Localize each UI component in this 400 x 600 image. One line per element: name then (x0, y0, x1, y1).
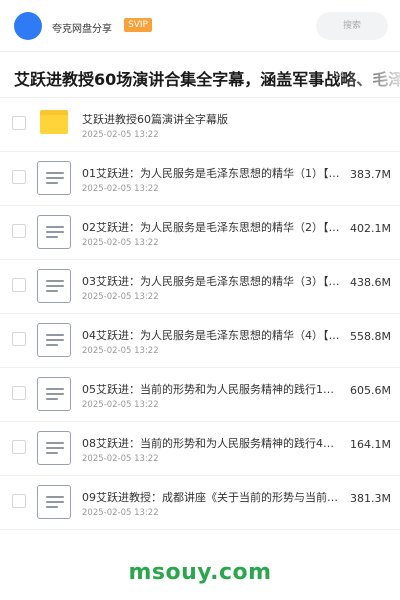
file-date: 2025-02-05 13:22 (82, 184, 159, 194)
file-name: 03艾跃进：为人民服务是毛泽东思想的精华（3）【有… (82, 275, 344, 288)
list-item[interactable]: 03艾跃进：为人民服务是毛泽东思想的精华（3）【有… 2025-02-05 13… (0, 260, 400, 314)
file-date: 2025-02-05 13:22 (82, 508, 159, 518)
list-item[interactable]: 04艾跃进：为人民服务是毛泽东思想的精华（4）【有… 2025-02-05 13… (0, 314, 400, 368)
document-icon (37, 215, 71, 249)
row-checkbox[interactable] (12, 278, 26, 292)
file-date: 2025-02-05 13:22 (82, 292, 159, 302)
document-icon (37, 323, 71, 357)
search-button[interactable]: 搜索 (316, 12, 388, 40)
document-icon (37, 377, 71, 411)
file-list: 艾跃进教授60篇演讲全字幕版 2025-02-05 13:22 01艾跃进：为人… (0, 98, 400, 530)
file-size: 383.7M (350, 168, 391, 181)
list-item[interactable]: 01艾跃进：为人民服务是毛泽东思想的精华（1）【有… 2025-02-05 13… (0, 152, 400, 206)
file-name: 09艾跃进教授：成都讲座《关于当前的形势与当前的任… (82, 491, 344, 504)
file-name: 04艾跃进：为人民服务是毛泽东思想的精华（4）【有… (82, 329, 344, 342)
file-size: 381.3M (350, 492, 391, 505)
row-checkbox[interactable] (12, 170, 26, 184)
list-item[interactable]: 05艾跃进：当前的形势和为人民服务精神的践行1、当… 2025-02-05 13… (0, 368, 400, 422)
svip-badge: SVIP (124, 18, 152, 32)
row-checkbox[interactable] (12, 224, 26, 238)
file-name: 01艾跃进：为人民服务是毛泽东思想的精华（1）【有… (82, 167, 344, 180)
title-count: 54 (334, 70, 345, 79)
file-size: 605.6M (350, 384, 391, 397)
document-icon (37, 161, 71, 195)
document-icon (37, 485, 71, 519)
file-size: 402.1M (350, 222, 391, 235)
file-name: 05艾跃进：当前的形势和为人民服务精神的践行1、当… (82, 383, 344, 396)
list-item[interactable]: 02艾跃进：为人民服务是毛泽东思想的精华（2）【有… 2025-02-05 13… (0, 206, 400, 260)
site-watermark: msouy.com (128, 560, 272, 585)
row-checkbox[interactable] (12, 332, 26, 346)
header-bar: 夸克网盘分享 SVIP 搜索 (0, 0, 400, 52)
list-item[interactable]: 艾跃进教授60篇演讲全字幕版 2025-02-05 13:22 (0, 98, 400, 152)
row-checkbox[interactable] (12, 440, 26, 454)
document-icon (37, 431, 71, 465)
avatar[interactable] (14, 12, 42, 40)
file-size: 164.1M (350, 438, 391, 451)
file-name: 08艾跃进：当前的形势和为人民服务精神的践行4、当… (82, 437, 344, 450)
file-date: 2025-02-05 13:22 (82, 130, 159, 140)
file-name: 艾跃进教授60篇演讲全字幕版 (82, 113, 228, 126)
file-size: 558.8M (350, 330, 391, 343)
brand-name: 夸克网盘分享 (52, 24, 112, 35)
row-checkbox[interactable] (12, 386, 26, 400)
file-date: 2025-02-05 13:22 (82, 238, 159, 248)
document-icon (37, 269, 71, 303)
folder-icon (40, 110, 68, 134)
file-size: 438.6M (350, 276, 391, 289)
file-name: 02艾跃进：为人民服务是毛泽东思想的精华（2）【有… (82, 221, 344, 234)
file-date: 2025-02-05 13:22 (82, 346, 159, 356)
list-item[interactable]: 09艾跃进教授：成都讲座《关于当前的形势与当前的任… 2025-02-05 13… (0, 476, 400, 530)
list-item[interactable]: 08艾跃进：当前的形势和为人民服务精神的践行4、当… 2025-02-05 13… (0, 422, 400, 476)
file-date: 2025-02-05 13:22 (82, 454, 159, 464)
row-checkbox[interactable] (12, 116, 26, 130)
file-date: 2025-02-05 13:22 (82, 400, 159, 410)
row-checkbox[interactable] (12, 494, 26, 508)
title-fade (340, 52, 400, 97)
